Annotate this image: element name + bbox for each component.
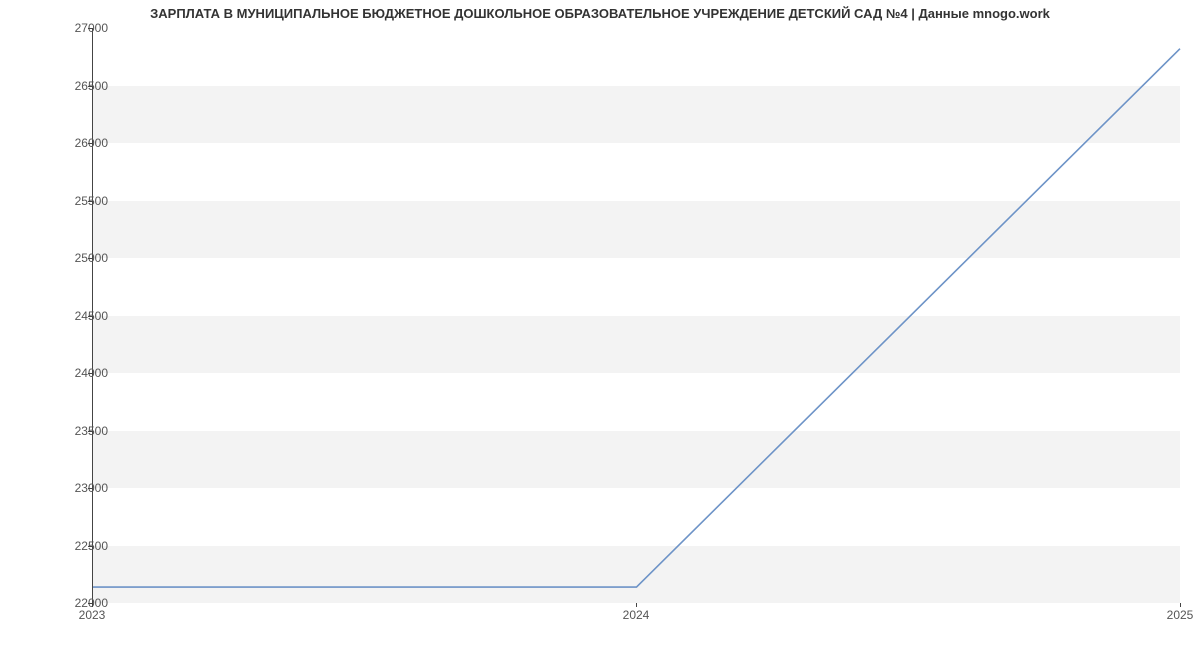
y-tick-label: 27000 [48, 21, 108, 35]
y-tick-mark [88, 488, 92, 489]
y-tick-mark [88, 28, 92, 29]
line-svg [93, 28, 1180, 602]
y-tick-mark [88, 143, 92, 144]
y-tick-mark [88, 373, 92, 374]
x-tick-label: 2025 [1167, 608, 1194, 622]
x-tick-label: 2023 [79, 608, 106, 622]
y-tick-label: 23000 [48, 481, 108, 495]
y-tick-label: 24000 [48, 366, 108, 380]
y-tick-label: 26500 [48, 79, 108, 93]
x-tick-mark [92, 603, 93, 607]
y-tick-label: 23500 [48, 424, 108, 438]
y-tick-mark [88, 258, 92, 259]
y-tick-label: 25000 [48, 251, 108, 265]
y-tick-mark [88, 316, 92, 317]
y-tick-mark [88, 546, 92, 547]
y-tick-mark [88, 201, 92, 202]
x-tick-mark [1180, 603, 1181, 607]
plot-area [92, 28, 1180, 603]
y-tick-label: 26000 [48, 136, 108, 150]
y-tick-mark [88, 86, 92, 87]
salary-line-chart: ЗАРПЛАТА В МУНИЦИПАЛЬНОЕ БЮДЖЕТНОЕ ДОШКО… [0, 0, 1200, 650]
y-tick-label: 22500 [48, 539, 108, 553]
x-tick-label: 2024 [623, 608, 650, 622]
series-line [93, 49, 1180, 587]
y-tick-mark [88, 431, 92, 432]
chart-title: ЗАРПЛАТА В МУНИЦИПАЛЬНОЕ БЮДЖЕТНОЕ ДОШКО… [0, 6, 1200, 21]
y-tick-label: 25500 [48, 194, 108, 208]
y-tick-label: 24500 [48, 309, 108, 323]
x-tick-mark [636, 603, 637, 607]
